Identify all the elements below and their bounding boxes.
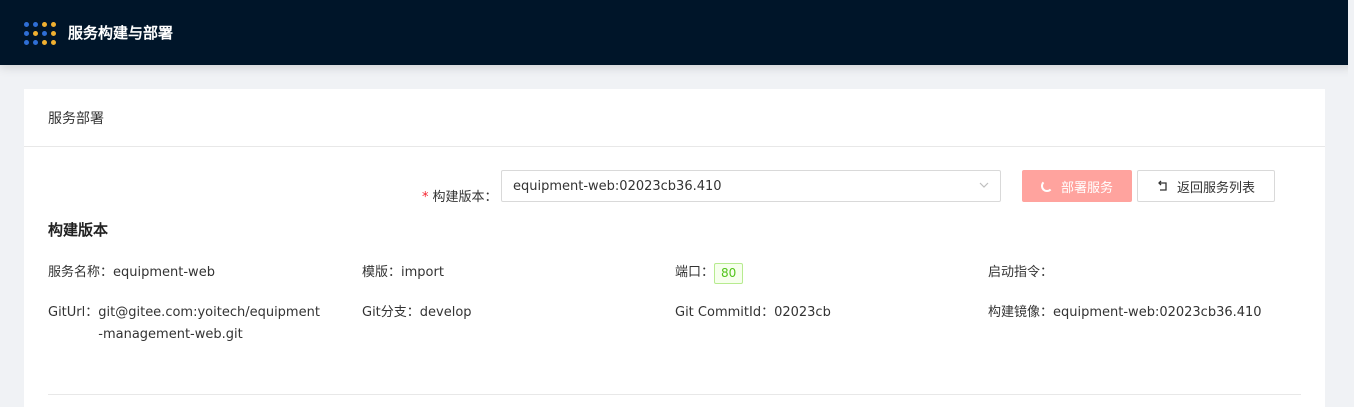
git-branch-item: Git分支： develop — [362, 302, 472, 324]
app-logo-icon — [24, 22, 56, 46]
service-name-label: 服务名称： — [48, 265, 114, 280]
commit-label: Git CommitId： — [675, 305, 775, 320]
back-button-label: 返回服务列表 — [1176, 180, 1255, 196]
build-version-label: * 构建版本： — [422, 186, 498, 205]
image-value: equipment-web:02023cb36.410 — [1053, 305, 1262, 320]
card-title: 服务部署 — [48, 110, 104, 127]
deploy-card: 服务部署 * 构建版本： equipment-web:02023cb36.410 … — [24, 89, 1325, 407]
image-label: 构建镜像： — [988, 305, 1054, 320]
page-scrollbar[interactable] — [1348, 0, 1354, 407]
deploy-button[interactable]: 部署服务 — [1022, 170, 1132, 202]
git-url-item: GitUrl： git@gitee.com:yoitech/equipment-… — [48, 302, 348, 346]
start-cmd-item: 启动指令： — [988, 262, 1053, 284]
chevron-down-icon — [979, 182, 989, 188]
commit-value: 02023cb — [774, 305, 831, 320]
template-value: import — [401, 265, 444, 280]
build-version-select[interactable]: equipment-web:02023cb36.410 — [501, 170, 1001, 202]
section-divider — [48, 394, 1301, 395]
git-branch-label: Git分支： — [362, 305, 420, 320]
top-header: 服务构建与部署 — [0, 0, 1354, 65]
loading-spinner-icon — [1040, 180, 1053, 192]
card-header: 服务部署 — [24, 89, 1325, 147]
template-item: 模版： import — [362, 262, 444, 284]
image-item: 构建镜像： equipment-web:02023cb36.410 — [988, 302, 1262, 324]
return-icon — [1158, 180, 1167, 191]
start-cmd-label: 启动指令： — [988, 265, 1054, 280]
git-url-label: GitUrl： — [48, 305, 99, 320]
git-branch-value: develop — [419, 305, 472, 320]
required-mark: * — [422, 190, 429, 205]
template-label: 模版： — [362, 265, 402, 280]
build-version-label-text: 构建版本： — [432, 190, 498, 205]
port-label: 端口： — [675, 265, 715, 280]
port-tag: 80 — [714, 263, 744, 284]
port-item: 端口： 80 — [675, 262, 744, 284]
back-to-list-button[interactable]: 返回服务列表 — [1137, 170, 1275, 202]
app-title: 服务构建与部署 — [68, 24, 174, 42]
service-name-item: 服务名称： equipment-web — [48, 262, 215, 284]
section-title: 构建版本 — [48, 221, 109, 239]
service-name-value: equipment-web — [113, 265, 215, 280]
commit-item: Git CommitId： 02023cb — [675, 302, 831, 324]
deploy-button-label: 部署服务 — [1060, 180, 1113, 196]
build-version-value: equipment-web:02023cb36.410 — [513, 178, 722, 194]
git-url-value: git@gitee.com:yoitech/equipment-manageme… — [98, 305, 320, 342]
